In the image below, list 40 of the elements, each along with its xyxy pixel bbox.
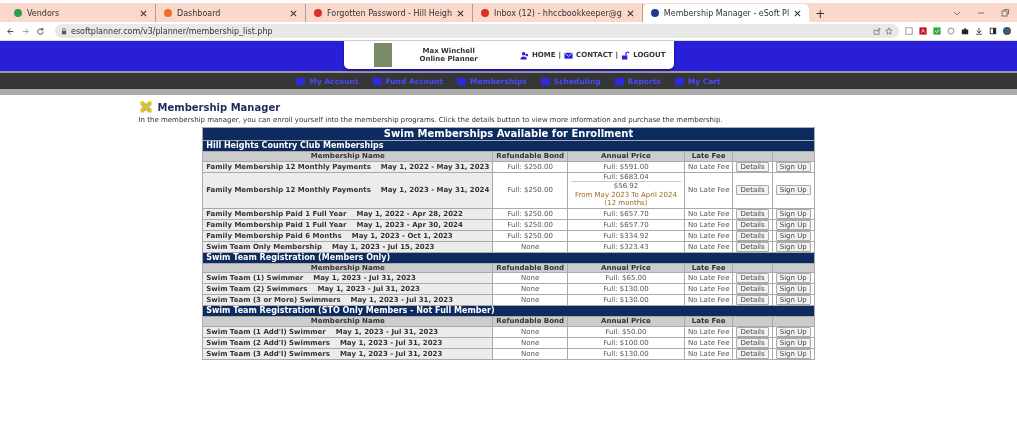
pdf-icon[interactable] xyxy=(919,27,927,35)
section-title: Hill Heights Country Club Memberships xyxy=(202,140,815,152)
close-icon[interactable] xyxy=(290,9,297,17)
section-title: Swim Team Registration (STO Only Members - Not Full Member) xyxy=(202,305,815,317)
table-title: Swim Memberships Available for Enrollment xyxy=(202,127,815,141)
forward-icon[interactable] xyxy=(21,26,30,36)
padlock-icon xyxy=(621,50,631,60)
nav-icon xyxy=(614,77,624,85)
browser-tab[interactable]: Membership Manager - eSoft Pl xyxy=(642,4,810,22)
browser-tab[interactable]: Vendors xyxy=(6,4,156,22)
close-icon[interactable] xyxy=(794,9,802,17)
browser-tab[interactable]: Dashboard xyxy=(156,4,306,22)
logo-placeholder xyxy=(373,43,392,67)
profile-avatar-icon[interactable] xyxy=(1003,27,1011,35)
browser-tab[interactable]: Inbox (12) - hhccbookkeeper@g xyxy=(473,4,643,22)
share-icon[interactable] xyxy=(873,27,881,35)
address-bar[interactable]: esoftplanner.com/v3/planner/membership_list.php xyxy=(55,24,899,38)
close-icon[interactable] xyxy=(626,9,634,17)
nav-icon xyxy=(540,77,550,85)
reload-icon[interactable] xyxy=(36,26,45,36)
nav-icon xyxy=(457,77,467,85)
checkmark-icon[interactable] xyxy=(933,27,941,35)
lock-icon xyxy=(61,27,67,35)
envelope-icon xyxy=(564,50,574,60)
section-title: Swim Team Registration (Members Only) xyxy=(202,252,815,264)
download-icon[interactable] xyxy=(975,27,983,35)
close-icon[interactable] xyxy=(457,9,464,17)
new-tab-button[interactable]: + xyxy=(809,6,832,22)
page-title: Membership Manager xyxy=(157,101,281,113)
side-panel-icon[interactable] xyxy=(989,27,997,35)
nav-icon xyxy=(674,77,684,85)
nav-icon xyxy=(296,77,306,85)
back-icon[interactable] xyxy=(6,26,15,36)
close-icon[interactable] xyxy=(140,9,147,17)
restore-icon[interactable] xyxy=(1000,8,1010,18)
membership-emblem-icon xyxy=(138,100,153,114)
star-icon[interactable] xyxy=(885,27,893,35)
people-icon xyxy=(519,50,529,60)
nav-icon xyxy=(372,77,382,85)
browser-tab[interactable]: Forgotten Password - Hill Heigh xyxy=(306,4,473,22)
